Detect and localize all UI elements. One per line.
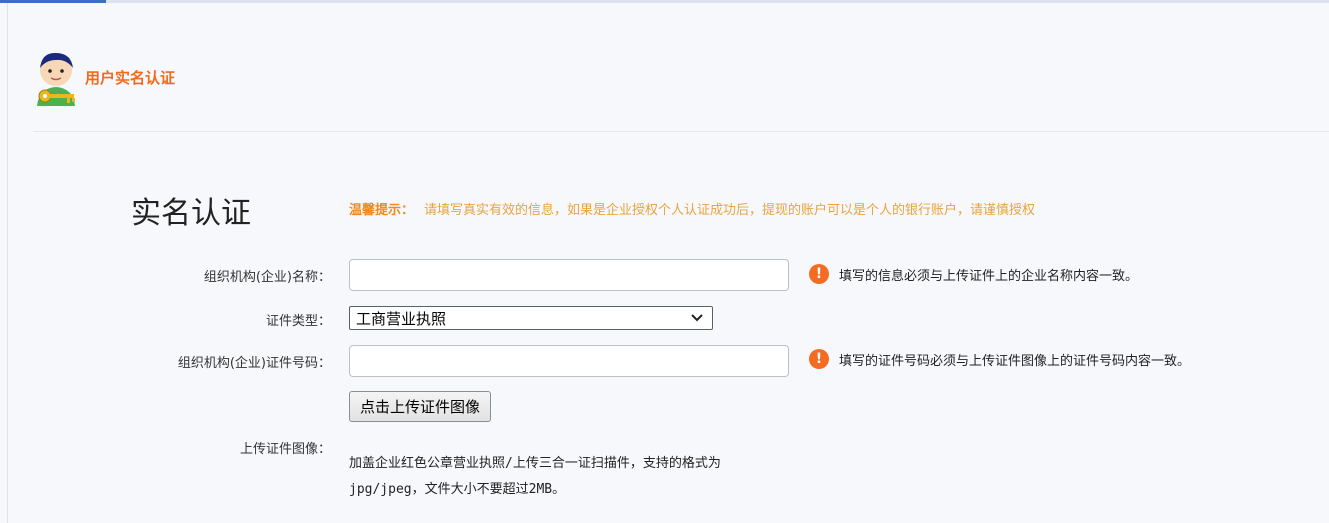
org-name-label: 组织机构(企业)名称：	[203, 270, 331, 285]
upload-desc-line-2: jpg/jpeg，文件大小不要超过2MB。	[349, 482, 566, 497]
tip-text: 请填写真实有效的信息，如果是企业授权个人认证成功后，提现的账户可以是个人的银行账…	[424, 203, 1036, 218]
user-key-avatar-icon	[37, 52, 75, 106]
cert-number-input[interactable]	[349, 345, 789, 377]
upload-desc-line-1: 加盖企业红色公章营业执照/上传三合一证扫描件，支持的格式为	[349, 456, 721, 471]
header-divider	[33, 131, 1329, 132]
cert-type-selected: 工商营业执照	[356, 309, 447, 328]
upload-cert-image-button[interactable]: 点击上传证件图像	[349, 391, 492, 422]
tip-label: 温馨提示：	[349, 203, 415, 218]
cert-number-hint: ! 填写的证件号码必须与上传证件图像上的证件号码内容一致。	[809, 348, 1190, 370]
cert-number-hint-text: 填写的证件号码必须与上传证件图像上的证件号码内容一致。	[839, 353, 1191, 369]
org-name-hint-text: 填写的信息必须与上传证件上的企业名称内容一致。	[839, 268, 1139, 284]
upload-label: 上传证件图像：	[239, 442, 331, 457]
page-title: 用户实名认证	[85, 69, 176, 87]
warning-icon: !	[809, 349, 829, 369]
form-title: 实名认证	[131, 196, 251, 231]
cert-type-select[interactable]: 工商营业执照	[349, 306, 713, 330]
active-tab-indicator[interactable]	[0, 0, 106, 3]
cert-type-label: 证件类型：	[265, 314, 331, 329]
org-name-input[interactable]	[349, 259, 789, 291]
top-tab-bar	[0, 0, 1329, 3]
left-border	[7, 3, 8, 523]
org-name-hint: ! 填写的信息必须与上传证件上的企业名称内容一致。	[809, 263, 1138, 285]
upload-description: 加盖企业红色公章营业执照/上传三合一证扫描件，支持的格式为 jpg/jpeg，文…	[349, 451, 789, 503]
warning-icon: !	[809, 264, 829, 284]
chevron-down-icon	[691, 314, 703, 322]
tip-notice: 温馨提示： 请填写真实有效的信息，如果是企业授权个人认证成功后，提现的账户可以是个…	[349, 199, 1035, 218]
cert-number-label: 组织机构(企业)证件号码：	[177, 356, 331, 371]
